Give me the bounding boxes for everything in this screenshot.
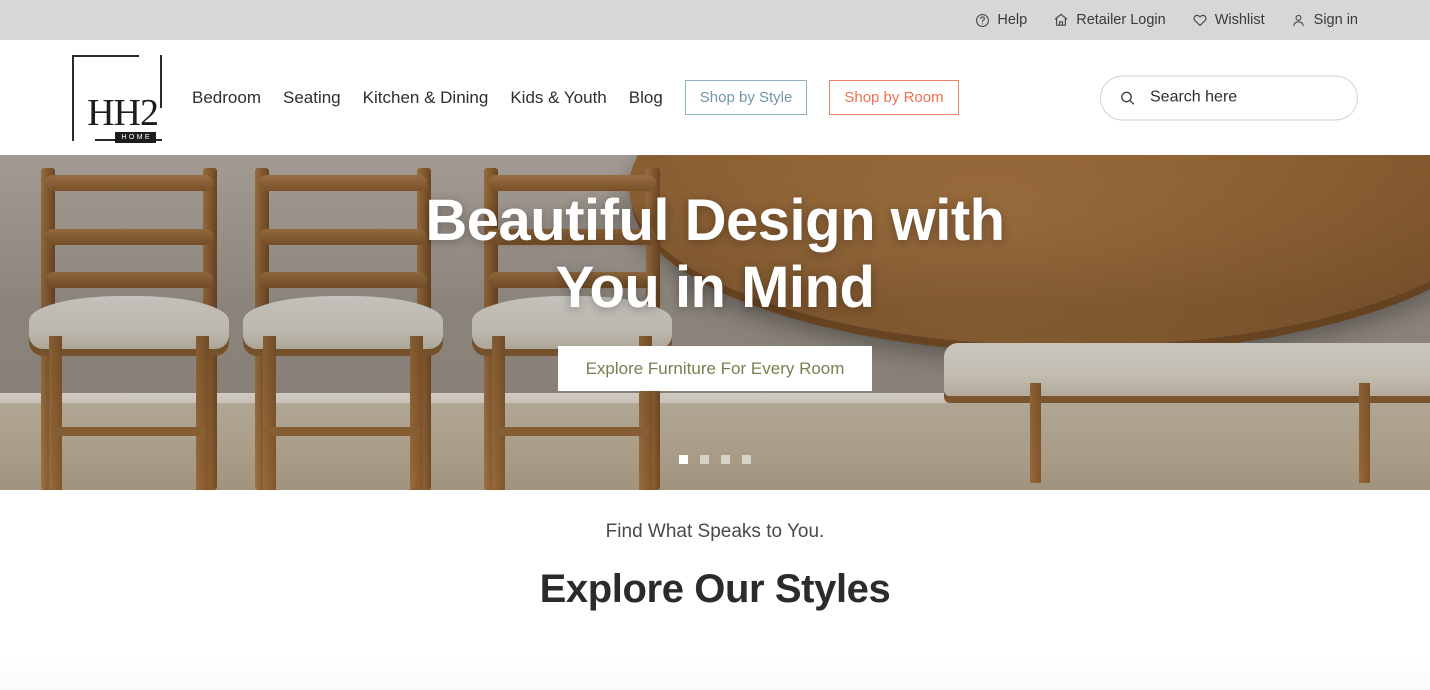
utility-link-sign-in[interactable]: Sign in (1291, 12, 1358, 28)
styles-heading: Explore Our Styles (539, 567, 891, 611)
utility-link-label: Retailer Login (1076, 11, 1166, 28)
logo-subtext: HOME (115, 131, 156, 143)
nav-item-kitchen-dining[interactable]: Kitchen & Dining (363, 89, 489, 106)
utility-link-help[interactable]: Help (974, 12, 1027, 28)
carousel-dot-4[interactable] (742, 455, 751, 464)
utility-link-retailer-login[interactable]: Retailer Login (1053, 11, 1166, 28)
site-header: HH2 HOME Bedroom Seating Kitchen & Dinin… (0, 40, 1430, 155)
utility-link-label: Wishlist (1214, 11, 1265, 28)
hero-carousel: Beautiful Design with You in Mind Explor… (0, 155, 1430, 490)
shop-by-style-button[interactable]: Shop by Style (684, 80, 808, 115)
carousel-dot-3[interactable] (721, 455, 730, 464)
nav-item-seating[interactable]: Seating (283, 89, 341, 106)
utility-link-wishlist[interactable]: Wishlist (1192, 12, 1265, 28)
nav-item-kids-youth[interactable]: Kids & Youth (510, 89, 606, 106)
logo-wordmark: HH2 (87, 92, 159, 135)
carousel-dot-2[interactable] (700, 455, 709, 464)
search-input[interactable] (1150, 88, 1339, 107)
carousel-dots (0, 455, 1430, 464)
user-icon (1291, 12, 1307, 28)
styles-kicker: Find What Speaks to You. (605, 521, 825, 542)
styles-tiles-row (0, 657, 1430, 690)
hero-title-line-1: Beautiful Design with (425, 188, 1005, 253)
heart-icon (1192, 12, 1208, 28)
nav-item-bedroom[interactable]: Bedroom (192, 89, 261, 106)
primary-nav: Bedroom Seating Kitchen & Dining Kids & … (192, 80, 959, 115)
help-circle-icon (974, 12, 990, 28)
hero-content: Beautiful Design with You in Mind Explor… (0, 155, 1430, 490)
hero-cta-button[interactable]: Explore Furniture For Every Room (557, 345, 873, 391)
hero-title-line-2: You in Mind (555, 255, 875, 321)
carousel-dot-1[interactable] (679, 455, 688, 464)
search-box[interactable] (1100, 75, 1358, 120)
shop-by-room-button[interactable]: Shop by Room (829, 80, 959, 115)
explore-styles-section: Find What Speaks to You. Explore Our Sty… (0, 490, 1430, 690)
logo-frame-top (72, 54, 139, 57)
utility-link-label: Sign in (1313, 11, 1358, 28)
logo-frame-left (72, 54, 74, 141)
logo-frame-right (160, 54, 162, 108)
utility-link-label: Help (997, 11, 1028, 28)
nav-item-blog[interactable]: Blog (629, 89, 663, 106)
logo[interactable]: HH2 HOME (72, 54, 162, 143)
search-icon (1119, 89, 1136, 106)
hero-title: Beautiful Design with You in Mind (425, 187, 1005, 322)
utility-bar: Help Retailer Login Wishlist Sign in (0, 0, 1430, 40)
home-icon (1053, 12, 1069, 28)
